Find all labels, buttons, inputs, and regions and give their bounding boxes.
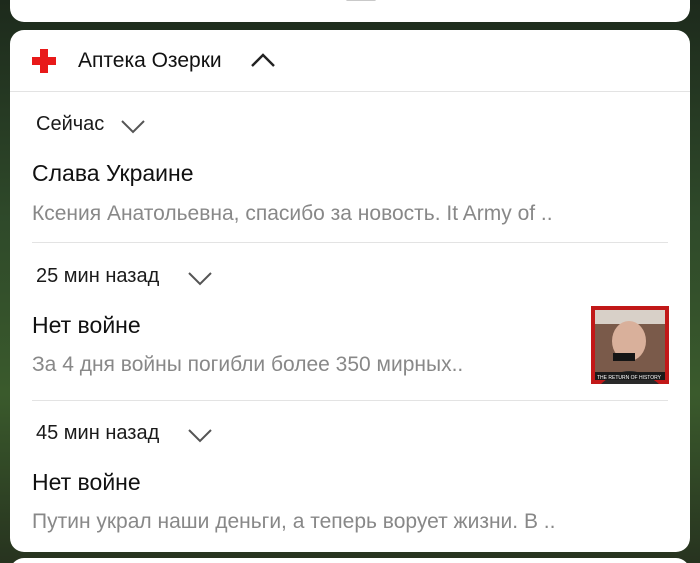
notification-title[interactable]: Нет войне [32, 469, 141, 496]
notification-title[interactable]: Нет войне [32, 312, 141, 339]
chevron-down-icon[interactable] [187, 427, 213, 443]
card-handle [346, 0, 376, 1]
notification-time: 25 мин назад [36, 265, 160, 287]
notification-text[interactable]: За 4 дня войны погибли более 350 мирных.… [32, 353, 572, 377]
notification-time: 45 мин назад [36, 422, 160, 444]
notification-title[interactable]: Слава Украине [32, 160, 194, 187]
app-name: Аптека Озерки [78, 49, 222, 72]
divider [32, 400, 668, 401]
chevron-down-icon[interactable] [120, 118, 146, 134]
notification-text[interactable]: Путин украл наши деньги, а теперь ворует… [32, 510, 672, 534]
previous-notification-card[interactable] [10, 0, 690, 22]
red-cross-icon [32, 49, 56, 73]
magazine-cover-image [591, 306, 669, 384]
divider [32, 242, 668, 243]
notification-group-card[interactable]: Аптека Озерки Сейчас Слава Украине Ксени… [10, 30, 690, 552]
thumbnail-caption: THE RETURN OF HISTORY [597, 375, 661, 381]
notification-thumbnail[interactable]: THE RETURN OF HISTORY [591, 306, 669, 384]
notification-text[interactable]: Ксения Анатольевна, спасибо за новость. … [32, 202, 672, 226]
next-notification-card[interactable] [10, 558, 690, 563]
chevron-up-icon[interactable] [250, 52, 276, 68]
notification-time: Сейчас [36, 113, 105, 135]
notification-group-header[interactable]: Аптека Озерки [10, 30, 690, 92]
chevron-down-icon[interactable] [187, 270, 213, 286]
